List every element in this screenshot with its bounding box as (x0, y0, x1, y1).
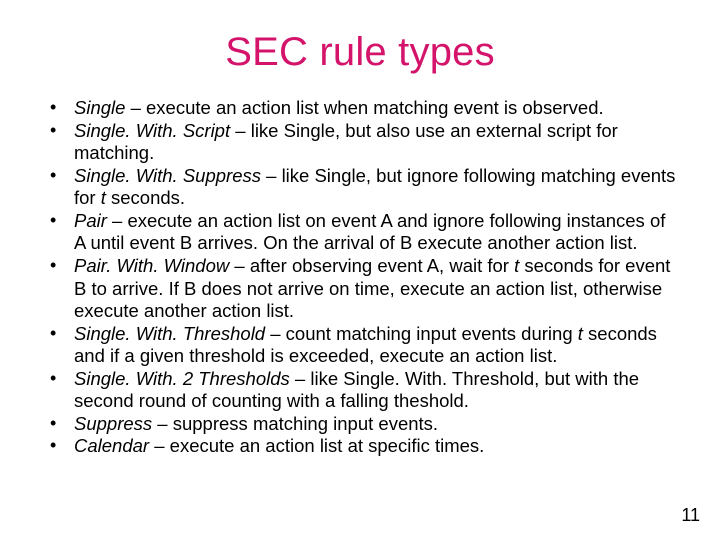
rule-desc: execute an action list at specific times… (170, 435, 485, 456)
rule-term: Pair. With. Window (74, 255, 229, 276)
rule-term: Calendar (74, 435, 149, 456)
separator: – (229, 255, 250, 276)
separator: – (265, 323, 286, 344)
rule-desc: suppress matching input events. (173, 413, 438, 434)
separator: – (230, 120, 251, 141)
page-number: 11 (681, 505, 700, 526)
list-item: Suppress – suppress matching input event… (44, 413, 676, 436)
rule-desc-after: seconds. (106, 187, 185, 208)
slide: SEC rule types Single – execute an actio… (0, 0, 720, 540)
separator: – (152, 413, 173, 434)
rule-desc: count matching input events during (286, 323, 578, 344)
rule-term: Single (74, 97, 125, 118)
rule-desc: execute an action list when matching eve… (146, 97, 604, 118)
list-item: Single – execute an action list when mat… (44, 97, 676, 120)
rule-desc: after observing event A, wait for (250, 255, 514, 276)
list-item: Single. With. Threshold – count matching… (44, 323, 676, 368)
list-item: Pair – execute an action list on event A… (44, 210, 676, 255)
separator: – (125, 97, 146, 118)
separator: – (290, 368, 311, 389)
rule-term: Pair (74, 210, 107, 231)
separator: – (261, 165, 282, 186)
list-item: Pair. With. Window – after observing eve… (44, 255, 676, 323)
rule-term: Single. With. 2 Thresholds (74, 368, 290, 389)
separator: – (149, 435, 170, 456)
rule-term: Single. With. Threshold (74, 323, 265, 344)
bullet-list: Single – execute an action list when mat… (44, 97, 676, 458)
rule-desc: execute an action list on event A and ig… (74, 210, 665, 254)
rule-term: Single. With. Script (74, 120, 230, 141)
list-item: Calendar – execute an action list at spe… (44, 435, 676, 458)
separator: – (107, 210, 128, 231)
list-item: Single. With. Suppress – like Single, bu… (44, 165, 676, 210)
list-item: Single. With. 2 Thresholds – like Single… (44, 368, 676, 413)
rule-term: Single. With. Suppress (74, 165, 261, 186)
rule-term: Suppress (74, 413, 152, 434)
slide-title: SEC rule types (44, 30, 676, 75)
list-item: Single. With. Script – like Single, but … (44, 120, 676, 165)
